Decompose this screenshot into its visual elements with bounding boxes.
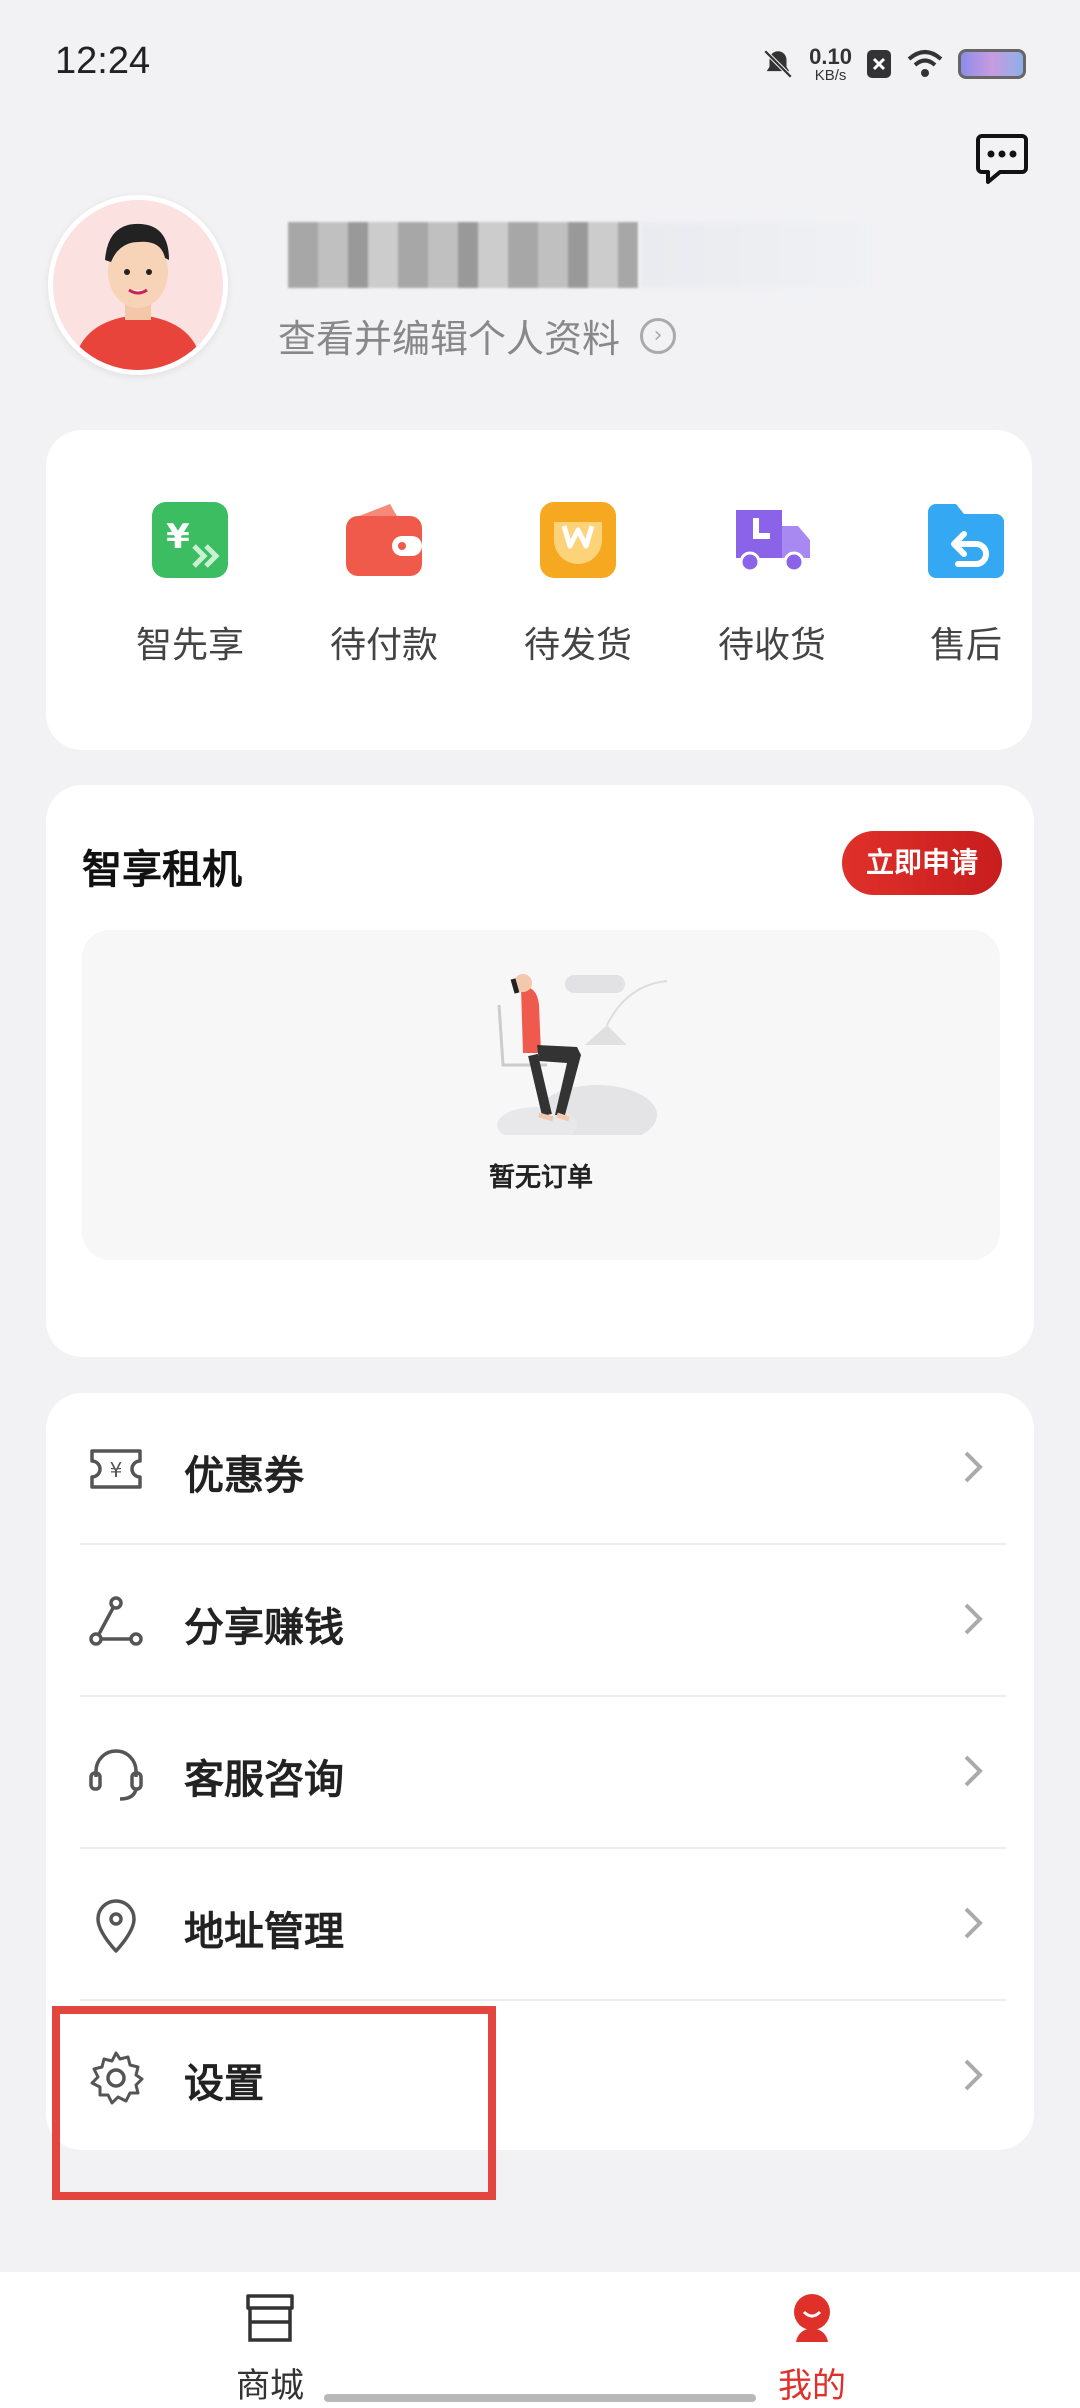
- settings-highlight-box: [52, 2006, 496, 2200]
- menu-item-address[interactable]: 地址管理: [46, 1849, 1034, 2001]
- truck-icon: [736, 510, 810, 573]
- status-bar: 12:24 0.10 KB/s: [0, 0, 1080, 120]
- order-item-label: 售后: [929, 625, 1002, 666]
- edit-profile-link[interactable]: 查看并编辑个人资料 ›: [278, 308, 677, 363]
- menu-item-label: 分享赚钱: [184, 1605, 344, 1651]
- rent-title: 智享租机: [82, 847, 242, 893]
- menu-item-label: 地址管理: [184, 1909, 344, 1955]
- empty-orders-text: 暂无订单: [488, 1163, 593, 1193]
- chevron-right-icon: [964, 1907, 983, 1939]
- net-speed: 0.10 KB/s: [809, 43, 852, 84]
- close-box-icon: [867, 50, 891, 78]
- status-time: 12:24: [55, 40, 151, 82]
- menu-item-label: 客服咨询: [184, 1757, 344, 1803]
- rent-card: 智享租机 立即申请 暂无订单: [46, 785, 1034, 1357]
- chevron-right-icon: [964, 1451, 983, 1483]
- avatar-illustration: [53, 200, 223, 370]
- net-speed-unit: KB/s: [814, 66, 847, 84]
- share-icon: [89, 1596, 143, 1646]
- apply-now-button[interactable]: 立即申请: [841, 831, 1002, 895]
- package-icon: [540, 502, 616, 578]
- chevron-circle-right-icon: ›: [640, 317, 677, 354]
- empty-orders-illustration: [477, 974, 677, 1145]
- store-icon: [246, 2294, 294, 2342]
- order-item-zhixianxiang[interactable]: ¥ 智先享: [110, 500, 270, 668]
- menu-item-label: 优惠券: [184, 1453, 304, 1499]
- message-icon[interactable]: [974, 130, 1030, 186]
- wallet-icon: [346, 504, 422, 576]
- order-item-label: 待付款: [329, 625, 438, 666]
- menu-item-customer-service[interactable]: 客服咨询: [46, 1697, 1034, 1849]
- edit-profile-label: 查看并编辑个人资料: [278, 317, 621, 361]
- battery-icon: [958, 49, 1026, 79]
- order-item-label: 智先享: [135, 625, 244, 666]
- net-speed-value: 0.10: [809, 43, 852, 69]
- empty-orders-box: 暂无订单: [82, 930, 1000, 1260]
- order-item-label: 待收货: [717, 625, 826, 666]
- menu-item-share-earn[interactable]: 分享赚钱: [46, 1545, 1034, 1697]
- order-item-pending-receipt[interactable]: 待收货: [692, 500, 852, 668]
- menu-item-coupon[interactable]: ¥ 优惠券: [46, 1393, 1034, 1545]
- orders-card: ¥ 智先享 待付款 待发货 待收货 售后: [46, 430, 1032, 750]
- chevron-right-icon: [964, 1755, 983, 1787]
- svg-text:¥: ¥: [110, 1458, 123, 1482]
- order-item-after-sales[interactable]: 售后: [886, 500, 1046, 668]
- username-blurred: [288, 222, 638, 288]
- return-folder-icon: [928, 504, 1004, 578]
- yen-transfer-icon: ¥: [152, 502, 228, 578]
- mute-bell-icon: [763, 49, 793, 79]
- order-item-pending-shipment[interactable]: 待发货: [498, 500, 658, 668]
- mine-icon: [794, 2294, 830, 2342]
- svg-text:¥: ¥: [166, 517, 190, 557]
- coupon-icon: ¥: [90, 1449, 142, 1489]
- nav-item-mine[interactable]: 我的: [712, 2290, 912, 2407]
- nav-item-mall[interactable]: 商城: [170, 2290, 370, 2407]
- bottom-nav: 商城 我的: [0, 2272, 1080, 2408]
- chevron-right-icon: [964, 2059, 983, 2091]
- order-item-label: 待发货: [523, 625, 632, 666]
- chevron-right-icon: [964, 1603, 983, 1635]
- username-blurred-ext: [640, 222, 870, 288]
- wifi-icon: [907, 50, 943, 77]
- status-icons: 0.10 KB/s: [761, 40, 1026, 88]
- home-indicator[interactable]: [324, 2394, 756, 2402]
- avatar[interactable]: [48, 195, 228, 375]
- headset-icon: [89, 1749, 143, 1801]
- order-item-pending-payment[interactable]: 待付款: [304, 500, 464, 668]
- location-pin-icon: [96, 1899, 136, 1953]
